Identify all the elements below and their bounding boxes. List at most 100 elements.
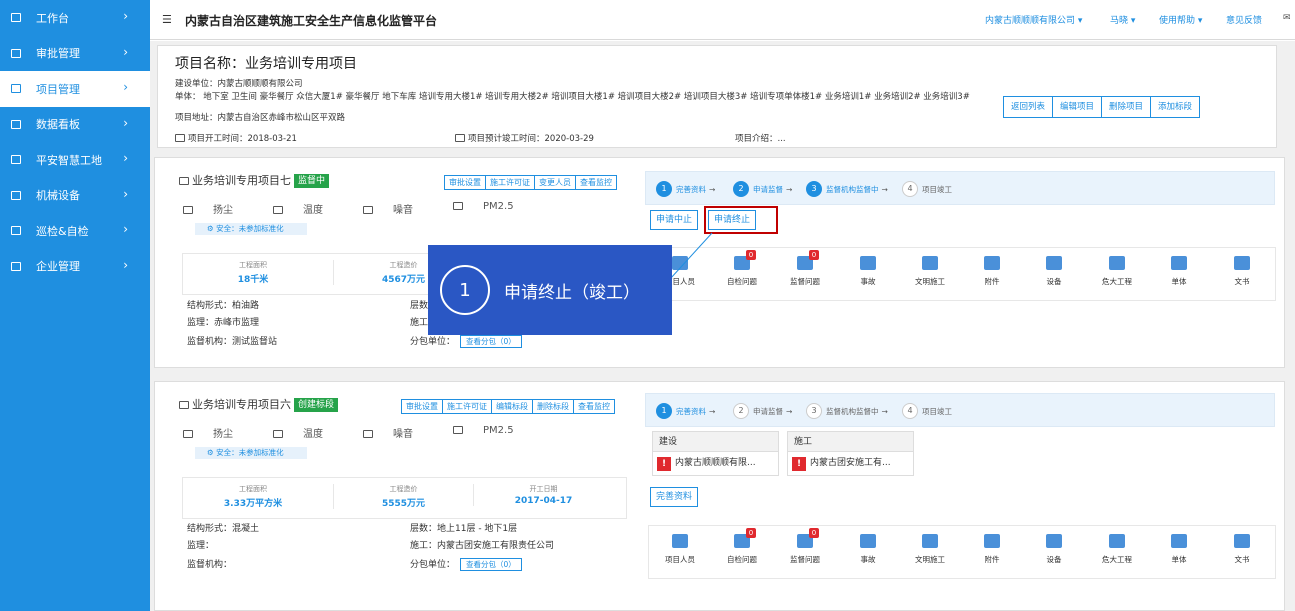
building-block-icon bbox=[1171, 256, 1187, 270]
equipment[interactable]: 设备 bbox=[1029, 256, 1079, 287]
user-dropdown[interactable]: 马晓 ▾ bbox=[1110, 13, 1135, 26]
monitor-icon bbox=[175, 134, 185, 142]
crane-icon bbox=[1046, 534, 1062, 548]
project-header: 项目名称：业务培训专用项目 建设单位：内蒙古顺顺顺有限公司 单体： 地下室 卫生… bbox=[157, 45, 1277, 148]
building-units[interactable]: 单体 bbox=[1154, 534, 1204, 565]
complete-info-button[interactable]: 完善资料 bbox=[650, 487, 699, 507]
step-under-supervision: 3 监督机构监督中 → bbox=[806, 403, 888, 419]
count-badge: 0 bbox=[746, 250, 756, 260]
shield-icon: 0 bbox=[797, 250, 819, 270]
mail-icon[interactable]: ✉ bbox=[1283, 13, 1291, 23]
supervisor: 监理： bbox=[187, 541, 215, 551]
apply-stop-button[interactable]: 申请中止 bbox=[650, 210, 699, 230]
document-icon bbox=[1234, 256, 1250, 270]
equipment[interactable]: 设备 bbox=[1029, 534, 1079, 565]
supervising-agency: 监督机构：测试监督站 bbox=[187, 337, 278, 347]
megaphone-icon bbox=[860, 534, 876, 548]
pm25-sensor[interactable]: PM2.5 bbox=[453, 425, 534, 440]
sidebar-item-6[interactable]: 巡检&自检 › bbox=[0, 213, 150, 249]
subcontractor: 分包单位： 查看分包（0） bbox=[410, 334, 522, 348]
delete-project-button[interactable]: 删除项目 bbox=[1101, 96, 1152, 118]
top-bar: ☰ 内蒙古自治区建筑施工安全生产信息化监管平台 内蒙古顺顺顺有限公司 ▾ 马晓 … bbox=[150, 0, 1295, 40]
chevron-right-icon: › bbox=[123, 151, 128, 165]
chevron-right-icon: › bbox=[123, 9, 128, 23]
accident[interactable]: 事故 bbox=[843, 256, 893, 287]
help-dropdown[interactable]: 使用帮助 ▾ bbox=[1159, 13, 1202, 26]
settings-icon: ⚙ bbox=[207, 224, 214, 233]
structure-type: 结构形式：柏油路 bbox=[187, 301, 260, 311]
sidebar-item-label: 数据看板 bbox=[36, 118, 80, 132]
section-actions: 审批设置 施工许可证 编辑标段 删除标段 查看监控 bbox=[401, 399, 615, 414]
building-units[interactable]: 单体 bbox=[1154, 256, 1204, 287]
menu-toggle-icon[interactable]: ☰ bbox=[162, 13, 172, 26]
self-inspection[interactable]: 0 自检问题 bbox=[717, 250, 767, 287]
section-title[interactable]: 业务培训专用项目七 监督中 bbox=[179, 172, 330, 188]
sidebar-item-7[interactable]: 企业管理 › bbox=[0, 249, 150, 285]
step-project-completion: 4 项目竣工 bbox=[902, 181, 952, 197]
dust-sensor[interactable]: 扬尘 bbox=[183, 201, 253, 216]
major-hazard-works[interactable]: 危大工程 bbox=[1092, 534, 1142, 565]
delete-section-button[interactable]: 删除标段 bbox=[532, 399, 574, 414]
pm25-sensor[interactable]: PM2.5 bbox=[453, 201, 534, 216]
people-icon bbox=[672, 534, 688, 548]
project-personnel[interactable]: 项目人员 bbox=[655, 534, 705, 565]
construction-permit-button[interactable]: 施工许可证 bbox=[485, 175, 535, 190]
back-to-list-button[interactable]: 返回列表 bbox=[1003, 96, 1054, 118]
project-actions: 返回列表 编辑项目 删除项目 添加标段 bbox=[1003, 96, 1201, 118]
civilized-construction[interactable]: 文明施工 bbox=[905, 534, 955, 565]
add-section-button[interactable]: 添加标段 bbox=[1150, 96, 1201, 118]
sidebar-item-4[interactable]: 平安智慧工地 › bbox=[0, 142, 150, 178]
dust-sensor[interactable]: 扬尘 bbox=[183, 425, 253, 440]
supervision-issues[interactable]: 0 监督问题 bbox=[780, 250, 830, 287]
edit-section-button[interactable]: 编辑标段 bbox=[491, 399, 533, 414]
temperature-sensor[interactable]: 温度 bbox=[273, 425, 343, 440]
construction-permit-button[interactable]: 施工许可证 bbox=[442, 399, 492, 414]
feedback-link[interactable]: 意见反馈 bbox=[1226, 13, 1262, 26]
worker-icon bbox=[922, 534, 938, 548]
approval-settings-button[interactable]: 审批设置 bbox=[444, 175, 486, 190]
megaphone-icon bbox=[860, 256, 876, 270]
section-title[interactable]: 业务培训专用项目六 创建标段 bbox=[179, 396, 339, 412]
temperature-sensor[interactable]: 温度 bbox=[273, 201, 343, 216]
change-personnel-button[interactable]: 变更人员 bbox=[534, 175, 576, 190]
party-constructor: 施工 ! 内蒙古团安施工有... bbox=[787, 431, 914, 476]
documents[interactable]: 文书 bbox=[1217, 256, 1267, 287]
monitor-icon bbox=[183, 206, 193, 214]
count-badge: 0 bbox=[746, 528, 756, 538]
main-content: 项目名称：业务培训专用项目 建设单位：内蒙古顺顺顺有限公司 单体： 地下室 卫生… bbox=[150, 41, 1295, 611]
sidebar-item-label: 巡检&自检 bbox=[36, 224, 89, 238]
company-dropdown[interactable]: 内蒙古顺顺顺有限公司 ▾ bbox=[985, 13, 1082, 26]
company-icon bbox=[11, 261, 21, 271]
module-bar: 项目人员 0 自检问题 0 监督问题 事故 文明施工 附件 设备 危大工程 单体 文… bbox=[648, 247, 1276, 301]
noise-sensor[interactable]: 噪音 bbox=[363, 201, 433, 216]
sidebar-item-2[interactable]: 项目管理 › bbox=[0, 71, 150, 107]
view-monitor-button[interactable]: 查看监控 bbox=[573, 399, 615, 414]
approval-settings-button[interactable]: 审批设置 bbox=[401, 399, 443, 414]
civilized-construction[interactable]: 文明施工 bbox=[905, 256, 955, 287]
noise-sensor[interactable]: 噪音 bbox=[363, 425, 433, 440]
sidebar-item-5[interactable]: 机械设备 › bbox=[0, 178, 150, 214]
supervision-issues[interactable]: 0 监督问题 bbox=[780, 528, 830, 565]
sidebar-item-1[interactable]: 审批管理 › bbox=[0, 36, 150, 72]
sidebar-item-0[interactable]: 工作台 › bbox=[0, 0, 150, 36]
self-inspection[interactable]: 0 自检问题 bbox=[717, 528, 767, 565]
status-badge: 监督中 bbox=[294, 174, 330, 188]
step-apply-supervision: 2 申请监督 → bbox=[733, 181, 792, 197]
edit-project-button[interactable]: 编辑项目 bbox=[1052, 96, 1103, 118]
accident[interactable]: 事故 bbox=[843, 534, 893, 565]
chevron-right-icon: › bbox=[123, 186, 128, 201]
attachments[interactable]: 附件 bbox=[967, 256, 1017, 287]
view-monitor-button[interactable]: 查看监控 bbox=[575, 175, 617, 190]
sidebar-item-3[interactable]: 数据看板 › bbox=[0, 107, 150, 143]
module-bar: 项目人员 0 自检问题 0 监督问题 事故 文明施工 附件 设备 危大工程 单体 文… bbox=[648, 525, 1276, 579]
monitor-icon bbox=[453, 426, 463, 434]
project-intro: 项目介绍：... bbox=[735, 134, 786, 144]
view-subcontract-button[interactable]: 查看分包（0） bbox=[460, 558, 522, 571]
major-hazard-works[interactable]: 危大工程 bbox=[1092, 256, 1142, 287]
project-name: 项目名称：业务培训专用项目 bbox=[175, 56, 357, 72]
attachments[interactable]: 附件 bbox=[967, 534, 1017, 565]
people-icon bbox=[672, 256, 688, 270]
documents[interactable]: 文书 bbox=[1217, 534, 1267, 565]
view-subcontract-button[interactable]: 查看分包（0） bbox=[460, 335, 522, 348]
safety-badge: ⚙ 安全：未参加标准化 bbox=[195, 223, 307, 235]
